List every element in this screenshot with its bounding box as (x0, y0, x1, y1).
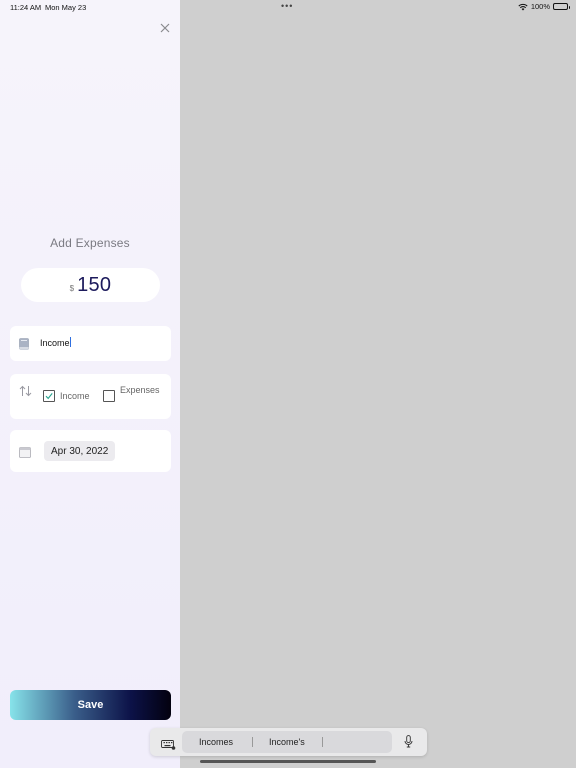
keyboard-icon[interactable] (161, 737, 176, 750)
checkmark-icon (45, 393, 53, 400)
text-caret (69, 337, 71, 347)
suggestion-divider (252, 737, 253, 747)
home-indicator[interactable] (200, 760, 376, 763)
suggestion-item[interactable]: Incomes (199, 737, 233, 747)
date-field-card: Apr 30, 2022 (10, 430, 171, 472)
type-selection-card: Income Expenses (10, 374, 171, 419)
suggestion-item[interactable]: Income's (269, 737, 305, 747)
amount-value[interactable]: 150 (77, 274, 111, 297)
expense-label[interactable]: Expenses (120, 385, 162, 396)
expense-checkbox[interactable] (103, 390, 115, 402)
add-expense-panel: Add Expenses $ 150 Income Income Expense… (0, 0, 180, 768)
currency-symbol: $ (69, 283, 75, 293)
date-picker-button[interactable]: Apr 30, 2022 (44, 441, 116, 461)
close-icon (160, 23, 170, 33)
name-field-card[interactable]: Income (10, 326, 171, 361)
battery-percentage: 100% (530, 2, 550, 11)
save-button[interactable]: Save (10, 690, 171, 720)
calendar-icon (19, 445, 31, 458)
wifi-icon (518, 3, 528, 11)
close-button[interactable] (158, 21, 172, 35)
name-input[interactable]: Income (40, 337, 160, 348)
multitasking-dots[interactable]: ••• (281, 1, 293, 11)
suggestions-group: Incomes Income's (182, 731, 392, 753)
amount-field[interactable]: $ 150 (21, 268, 160, 302)
income-checkbox[interactable] (43, 390, 55, 402)
status-indicators: 100% (518, 2, 570, 11)
battery-icon (553, 3, 570, 10)
keyboard-suggestion-bar: Incomes Income's (150, 728, 427, 756)
microphone-icon[interactable] (404, 735, 413, 748)
suggestion-divider (322, 737, 323, 747)
book-icon (19, 337, 29, 350)
status-time: 11:24 AM (10, 3, 42, 12)
page-title: Add Expenses (50, 236, 130, 250)
status-date: Mon May 23 (45, 3, 87, 12)
swap-arrows-icon (19, 384, 32, 397)
status-bar: 11:24 AM Mon May 23 ••• 100% (0, 0, 576, 14)
income-label[interactable]: Income (60, 391, 90, 401)
name-input-value: Income (40, 338, 70, 348)
